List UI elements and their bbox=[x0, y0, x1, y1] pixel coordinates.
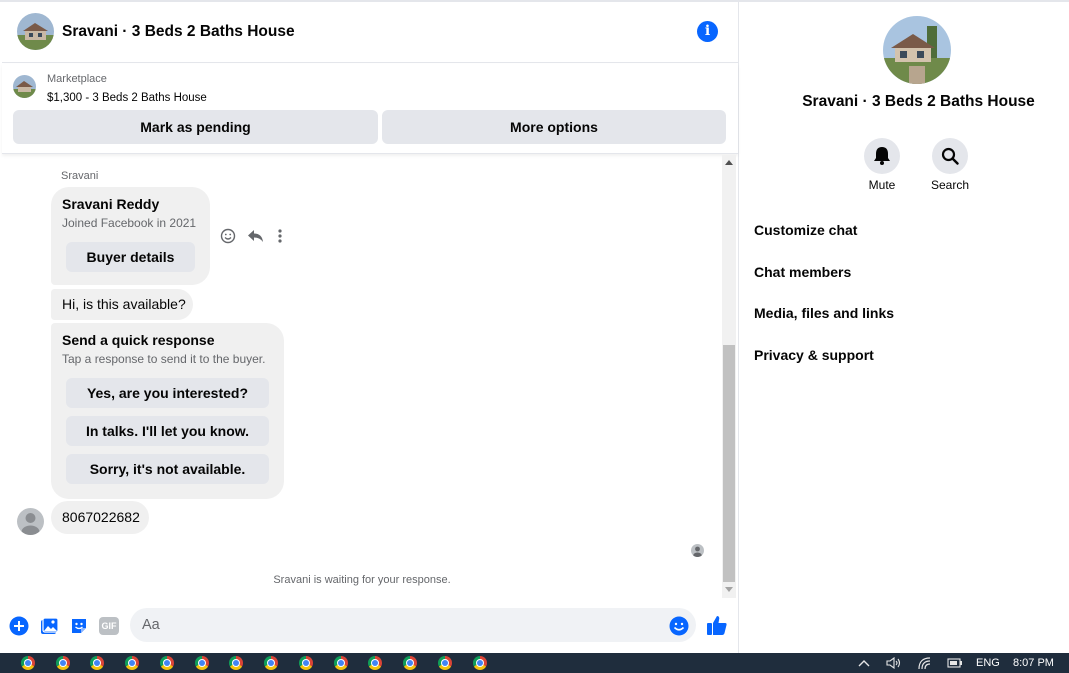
chrome-icon[interactable] bbox=[473, 656, 487, 670]
message-list: Sravani Sravani Reddy Joined Facebook in… bbox=[2, 155, 722, 595]
chrome-icon[interactable] bbox=[368, 656, 382, 670]
chrome-icon[interactable] bbox=[229, 656, 243, 670]
quick-response-subtitle: Tap a response to send it to the buyer. bbox=[62, 352, 266, 366]
buyer-details-button[interactable]: Buyer details bbox=[66, 242, 195, 272]
search-button[interactable] bbox=[932, 138, 968, 174]
quick-response-option[interactable]: Sorry, it's not available. bbox=[66, 454, 269, 484]
battery-icon[interactable] bbox=[947, 657, 963, 669]
message-scrollbar[interactable] bbox=[722, 155, 736, 598]
emoji-icon[interactable] bbox=[669, 616, 689, 636]
reply-icon[interactable] bbox=[247, 228, 265, 244]
chrome-icon[interactable] bbox=[90, 656, 104, 670]
waiting-status: Sravani is waiting for your response. bbox=[273, 574, 451, 586]
menu-item-media-files-links[interactable]: Media, files and links bbox=[754, 305, 894, 321]
chrome-icon[interactable] bbox=[334, 656, 348, 670]
message-actions bbox=[220, 227, 295, 247]
gif-icon[interactable]: GIF bbox=[99, 617, 119, 635]
chrome-icon[interactable] bbox=[21, 656, 35, 670]
plus-circle-icon[interactable] bbox=[9, 616, 29, 636]
more-vertical-icon[interactable] bbox=[277, 228, 283, 244]
conversation-details-panel: Sravani · 3 Beds 2 Baths House Mute Sear… bbox=[740, 2, 1069, 653]
scroll-down-icon[interactable] bbox=[725, 587, 733, 592]
house-avatar[interactable] bbox=[17, 13, 54, 50]
mute-label[interactable]: Mute bbox=[852, 178, 912, 192]
windows-taskbar: ENG 8:07 PM bbox=[0, 653, 1069, 673]
chat-header: Sravani · 3 Beds 2 Baths House i bbox=[2, 2, 738, 63]
menu-item-chat-members[interactable]: Chat members bbox=[754, 264, 851, 280]
react-emoji-icon[interactable] bbox=[220, 228, 236, 244]
conversation-title[interactable]: Sravani · 3 Beds 2 Baths House bbox=[62, 23, 295, 41]
clock[interactable]: 8:07 PM bbox=[1013, 657, 1054, 669]
mute-button[interactable] bbox=[864, 138, 900, 174]
search-label[interactable]: Search bbox=[920, 178, 980, 192]
buyer-card: Sravani Reddy Joined Facebook in 2021 Bu… bbox=[51, 187, 210, 285]
seen-avatar-icon bbox=[691, 544, 704, 557]
scroll-thumb[interactable] bbox=[723, 345, 735, 582]
scroll-up-icon[interactable] bbox=[725, 160, 733, 165]
menu-item-customize-chat[interactable]: Customize chat bbox=[754, 222, 857, 238]
chrome-icon[interactable] bbox=[299, 656, 313, 670]
composer-bar: GIF bbox=[2, 602, 738, 650]
sender-name: Sravani bbox=[61, 170, 99, 182]
buyer-joined-date: Joined Facebook in 2021 bbox=[62, 216, 197, 230]
volume-icon[interactable] bbox=[886, 657, 902, 669]
chrome-icon[interactable] bbox=[125, 656, 139, 670]
buyer-name: Sravani Reddy bbox=[62, 196, 160, 212]
chat-panel: Sravani · 3 Beds 2 Baths House i Marketp… bbox=[2, 2, 739, 653]
more-options-button[interactable]: More options bbox=[382, 110, 726, 144]
chrome-icon[interactable] bbox=[56, 656, 70, 670]
search-icon bbox=[941, 147, 959, 165]
chrome-icon[interactable] bbox=[403, 656, 417, 670]
bell-icon bbox=[874, 147, 890, 165]
menu-item-privacy-support[interactable]: Privacy & support bbox=[754, 347, 874, 363]
thumbs-up-icon[interactable] bbox=[706, 614, 728, 636]
quick-response-title: Send a quick response bbox=[62, 332, 215, 348]
quick-response-option[interactable]: In talks. I'll let you know. bbox=[66, 416, 269, 446]
user-avatar-icon bbox=[17, 508, 44, 535]
wifi-icon[interactable] bbox=[918, 657, 932, 670]
chrome-icon[interactable] bbox=[264, 656, 278, 670]
messenger-window: Sravani · 3 Beds 2 Baths House i Marketp… bbox=[0, 0, 1069, 653]
chrome-icon[interactable] bbox=[160, 656, 174, 670]
message-input[interactable] bbox=[130, 608, 696, 642]
chrome-icon[interactable] bbox=[195, 656, 209, 670]
photo-icon[interactable] bbox=[39, 616, 59, 636]
listing-thumbnail[interactable] bbox=[13, 75, 36, 98]
quick-response-card: Send a quick response Tap a response to … bbox=[51, 323, 284, 499]
side-panel-title: Sravani · 3 Beds 2 Baths House bbox=[802, 93, 1035, 110]
chrome-icon[interactable] bbox=[438, 656, 452, 670]
message-bubble[interactable]: 8067022682 bbox=[51, 501, 149, 534]
chevron-up-icon[interactable] bbox=[858, 658, 870, 668]
listing-banner: Marketplace $1,300 - 3 Beds 2 Baths Hous… bbox=[2, 64, 738, 154]
message-bubble[interactable]: Hi, is this available? bbox=[51, 289, 193, 320]
house-avatar[interactable] bbox=[883, 16, 951, 84]
quick-response-option[interactable]: Yes, are you interested? bbox=[66, 378, 269, 408]
sticker-icon[interactable] bbox=[69, 616, 89, 636]
language-indicator[interactable]: ENG bbox=[976, 657, 1000, 669]
listing-title[interactable]: $1,300 - 3 Beds 2 Baths House bbox=[47, 92, 207, 104]
mark-as-pending-button[interactable]: Mark as pending bbox=[13, 110, 378, 144]
info-icon[interactable]: i bbox=[697, 21, 718, 42]
listing-category: Marketplace bbox=[47, 73, 107, 85]
